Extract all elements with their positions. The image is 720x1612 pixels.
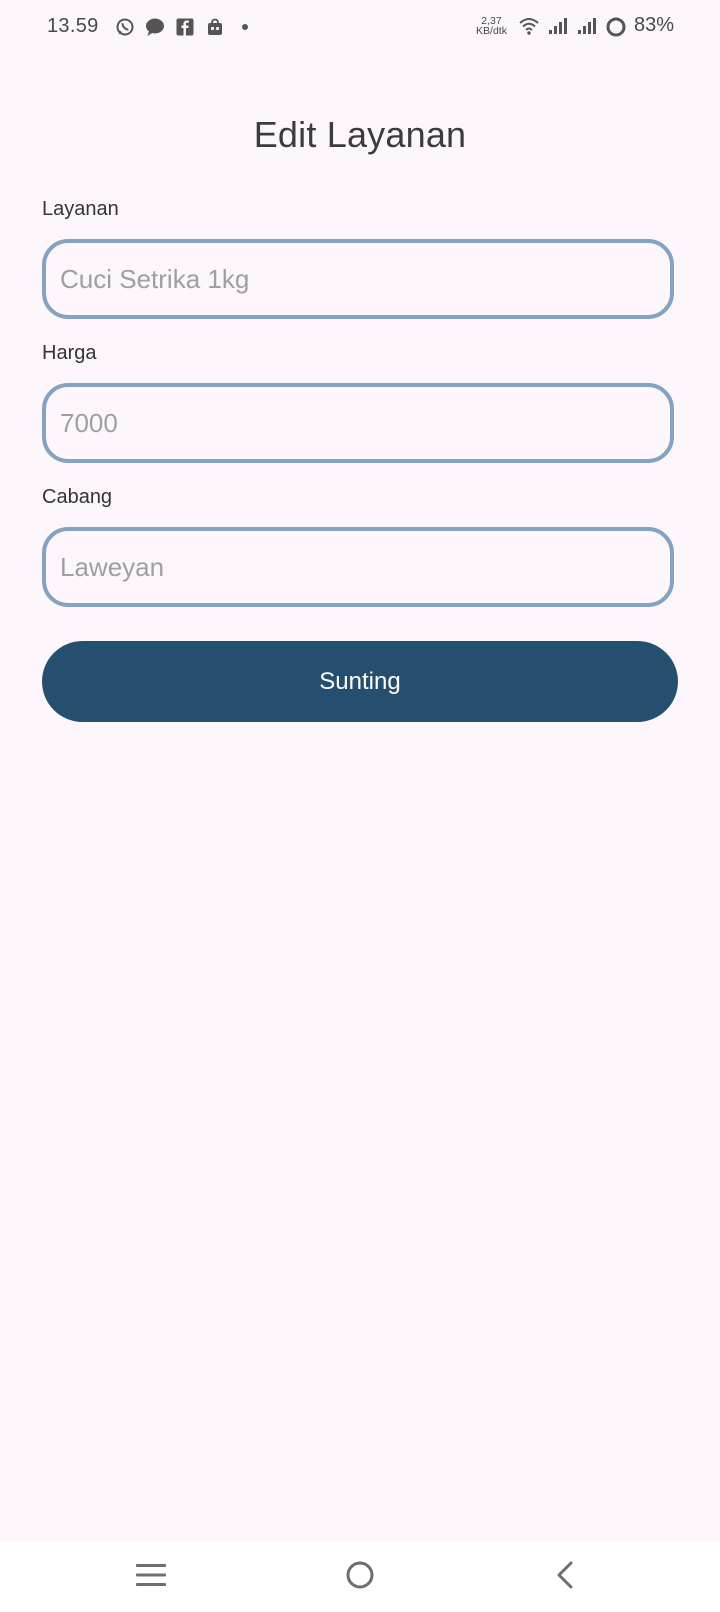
navigation-bar (0, 1542, 720, 1612)
whatsapp-icon (115, 17, 135, 37)
page-title: Edit Layanan (253, 114, 467, 155)
network-speed: 2,37 KB/dtk (476, 14, 507, 37)
signal-icon (576, 16, 596, 36)
back-button[interactable] (520, 1542, 610, 1612)
signal-icon (547, 16, 567, 36)
battery-ring-icon (605, 16, 626, 36)
dot-icon (235, 17, 255, 37)
status-bar-right: 2,37 KB/dtk 83% (476, 14, 674, 37)
menu-button[interactable] (106, 1542, 196, 1612)
layanan-input[interactable] (42, 239, 674, 319)
network-speed-unit: KB/dtk (476, 24, 507, 37)
cabang-label: Cabang (42, 486, 113, 508)
battery-percentage: 83% (633, 14, 674, 36)
facebook-icon (175, 17, 195, 37)
layanan-label: Layanan (42, 198, 119, 220)
status-time: 13.59 (47, 15, 99, 37)
back-icon (553, 1560, 577, 1595)
home-button[interactable] (315, 1542, 405, 1612)
harga-input[interactable] (42, 383, 674, 463)
status-bar: 13.59 2,37 KB/dtk 83% (0, 0, 720, 56)
cabang-input[interactable] (42, 527, 674, 607)
menu-icon (135, 1562, 167, 1593)
sunting-button[interactable]: Sunting (42, 641, 678, 722)
bag-icon (205, 17, 225, 37)
status-bar-left: 13.59 (47, 15, 255, 38)
network-speed-value: 2,37 (481, 14, 502, 27)
harga-label: Harga (42, 342, 97, 364)
home-icon (345, 1560, 375, 1595)
wifi-icon (518, 16, 539, 36)
message-icon (145, 17, 165, 37)
